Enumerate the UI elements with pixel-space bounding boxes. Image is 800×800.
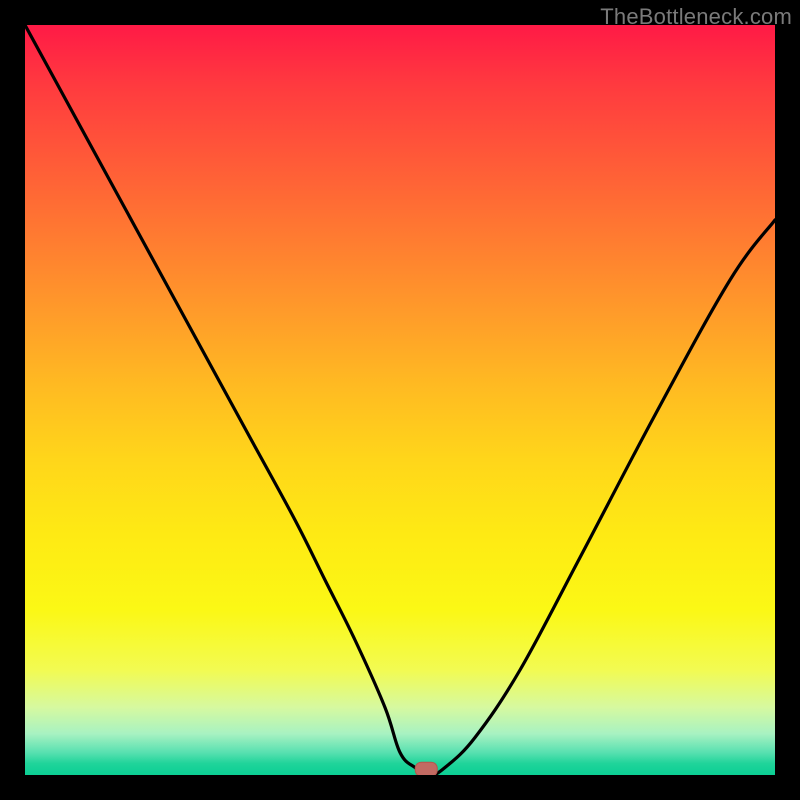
bottleneck-curve bbox=[25, 25, 775, 775]
watermark-text: TheBottleneck.com bbox=[600, 4, 792, 30]
curve-path bbox=[25, 25, 775, 775]
plot-area bbox=[25, 25, 775, 775]
chart-stage: TheBottleneck.com bbox=[0, 0, 800, 800]
sweet-spot-marker bbox=[415, 762, 437, 775]
